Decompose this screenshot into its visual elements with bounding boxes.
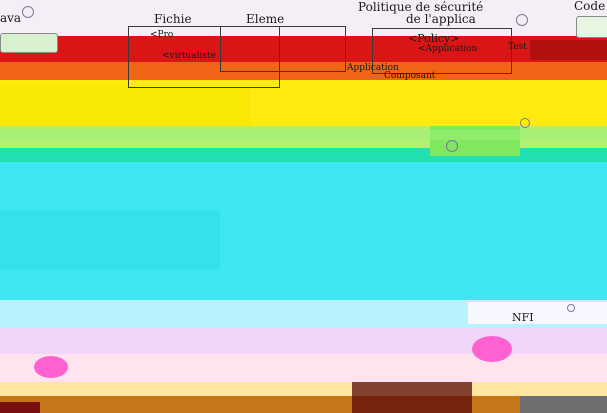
element-label: Eleme (246, 12, 285, 26)
composant-label: Composant (384, 71, 436, 81)
dark-noise-strip-3 (352, 382, 472, 413)
dark-noise-strip-2 (0, 402, 40, 413)
de-l-appli-label: de l'applica (406, 12, 476, 26)
grey-noise-strip (520, 396, 607, 413)
circle-icon (22, 6, 34, 18)
cyan-shading-left (0, 210, 220, 270)
pink-oval-left (34, 356, 68, 378)
circle-icon (516, 14, 528, 26)
yellow-shading-left (0, 86, 250, 126)
pink-band (0, 354, 607, 382)
left-outline-box (0, 33, 58, 53)
circle-icon (520, 118, 530, 128)
test-label: Test (508, 42, 527, 52)
virtual-label: <virtualiste (162, 51, 216, 61)
circle-icon (567, 304, 575, 312)
circle-icon (446, 140, 458, 152)
dark-noise-strip-1 (0, 396, 607, 413)
java-label: ava (0, 11, 22, 25)
application-tag-label: <Application (418, 44, 478, 54)
nfi-label: NFI (512, 311, 534, 324)
element-box (220, 26, 346, 72)
pink-oval-right (472, 336, 512, 362)
policy-label: <Policy> (408, 32, 460, 45)
prog-label: <Pro (150, 30, 174, 40)
teal-shading (0, 130, 607, 140)
red-dark-right (530, 40, 607, 60)
fichier-label: Fichie (154, 12, 192, 26)
lavender-band (0, 328, 607, 354)
code-label: Code (574, 0, 606, 13)
right-outline-box (576, 16, 607, 38)
white-stripe (468, 302, 607, 324)
